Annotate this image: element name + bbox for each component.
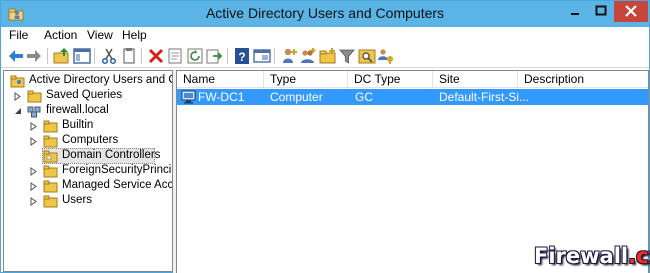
add-ou-icon[interactable] [319,47,337,65]
menu-file[interactable]: File [9,28,28,42]
delete-icon[interactable] [147,47,165,65]
toolbar-separator [227,48,228,64]
expand-arrow-icon[interactable] [30,137,38,146]
folder-icon [43,195,58,208]
collapse-arrow-icon[interactable] [14,107,22,116]
menu-view[interactable]: View [87,28,113,42]
column-header-site[interactable]: Site [433,71,518,88]
cut-icon[interactable] [100,47,118,65]
svg-text:?: ? [238,50,245,64]
title-bar[interactable]: Active Directory Users and Computers [1,1,649,27]
find-icon[interactable] [358,47,376,65]
maximize-button[interactable] [588,1,614,22]
ou-folder-icon [43,150,58,163]
toolbar-separator [274,48,275,64]
menu-action[interactable]: Action [44,28,77,42]
delegate-icon[interactable] [377,47,395,65]
ad-console-icon [10,75,25,88]
expand-arrow-icon[interactable] [30,197,38,206]
back-icon[interactable] [7,47,25,65]
app-window: Active Directory Users and Computers Fil… [0,0,650,273]
cell-dc-type: GC [355,90,373,104]
tree-item-label: Active Directory Users and Com [29,74,172,86]
tree-item-label: Computers [62,134,119,146]
toolbar-separator [94,48,95,64]
console-tree[interactable]: Active Directory Users and Com Saved Que… [3,70,173,272]
filter-icon[interactable] [338,47,356,65]
copy-icon[interactable] [120,47,138,65]
properties-icon[interactable] [166,47,184,65]
column-header-type[interactable]: Type [264,71,348,88]
toolbar-separator [141,48,142,64]
menu-bar: File Action View Help [1,27,649,44]
maximize-icon [595,5,607,16]
window-title: Active Directory Users and Computers [205,5,445,21]
tree-item-label: firewall.local [46,104,109,116]
help-icon[interactable]: ? [233,47,251,65]
up-folder-icon[interactable] [53,47,71,65]
folder-icon [43,135,58,148]
close-icon [625,5,637,17]
export-icon[interactable] [205,47,223,65]
toolbar: ? [1,44,649,68]
folder-icon [27,90,42,103]
computer-icon [181,90,196,104]
minimize-icon [571,13,579,15]
expand-arrow-icon[interactable] [30,182,38,191]
tree-item-label: ForeignSecurityPrincipals [62,164,172,176]
folder-icon [43,180,58,193]
show-tree-icon[interactable] [73,47,91,65]
column-header-dc-type[interactable]: DC Type [348,71,433,88]
tree-item-label: Managed Service Accour [62,179,173,191]
tree-item-domain-controllers[interactable]: Domain Controllers [4,148,172,164]
column-header-name[interactable]: Name [177,71,264,88]
folder-icon [43,165,58,178]
close-button[interactable] [614,1,648,22]
minimize-button[interactable] [562,1,588,22]
expand-arrow-icon[interactable] [14,92,22,101]
firewall-cx-watermark: Firewall.cx [534,244,650,268]
forward-icon[interactable] [25,47,43,65]
column-header-description[interactable]: Description [518,71,648,88]
menu-help[interactable]: Help [122,28,147,42]
add-group-icon[interactable] [299,47,317,65]
tree-item-label: Domain Controllers [62,149,161,161]
cell-site: Default-First-Si... [439,90,530,104]
expand-arrow-icon[interactable] [30,122,38,131]
tree-item-label: Saved Queries [46,89,123,101]
tree-item-label: Users [62,194,93,206]
add-user-icon[interactable] [280,47,298,65]
tree-item-label: Builtin [62,119,94,131]
refresh-icon[interactable] [186,47,204,65]
folder-icon [43,120,58,133]
results-list[interactable]: Name Type DC Type Site Description FW-DC… [176,70,649,273]
domain-icon [27,106,41,118]
toolbar-separator [47,48,48,64]
cell-name: FW-DC1 [198,90,245,104]
console-icon[interactable] [253,47,271,65]
cell-type: Computer [270,90,323,104]
table-row[interactable]: FW-DC1 Computer GC Default-First-Si... [177,89,648,105]
expand-arrow-icon[interactable] [30,167,38,176]
